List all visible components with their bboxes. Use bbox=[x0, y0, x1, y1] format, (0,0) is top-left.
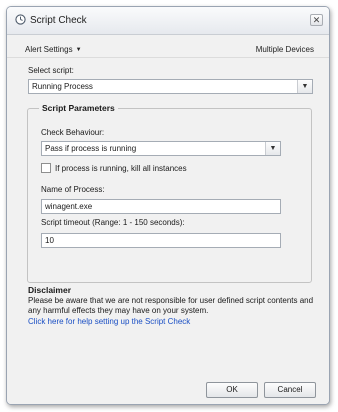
check-behaviour-dropdown[interactable]: Pass if process is running ▼ bbox=[41, 141, 281, 156]
close-icon: ✕ bbox=[312, 15, 321, 25]
select-script-value: Running Process bbox=[32, 82, 93, 91]
ok-button[interactable]: OK bbox=[206, 382, 258, 398]
alert-settings-menu[interactable]: Alert Settings ▼ bbox=[25, 45, 82, 54]
chevron-down-icon[interactable]: ▼ bbox=[297, 80, 312, 93]
script-parameters-title: Script Parameters bbox=[39, 103, 118, 113]
check-behaviour-label: Check Behaviour: bbox=[41, 128, 105, 137]
menu-bar: Alert Settings ▼ Multiple Devices bbox=[7, 35, 329, 58]
process-name-label: Name of Process: bbox=[41, 185, 105, 194]
alert-settings-label: Alert Settings bbox=[25, 45, 73, 54]
dialog-footer: OK Cancel bbox=[7, 373, 329, 404]
cancel-button[interactable]: Cancel bbox=[264, 382, 316, 398]
multiple-devices-label: Multiple Devices bbox=[255, 45, 314, 54]
caret-down-icon: ▼ bbox=[75, 47, 82, 53]
script-check-dialog: Script Check ✕ Alert Settings ▼ Multiple … bbox=[6, 6, 330, 405]
timeout-input[interactable]: 10 bbox=[41, 233, 281, 248]
close-button[interactable]: ✕ bbox=[310, 14, 323, 26]
disclaimer-text: Please be aware that we are not responsi… bbox=[28, 296, 314, 315]
process-name-input[interactable]: winagent.exe bbox=[41, 199, 281, 214]
select-script-label: Select script: bbox=[28, 66, 74, 75]
help-link[interactable]: Click here for help setting up the Scrip… bbox=[28, 317, 190, 326]
clock-icon bbox=[15, 14, 26, 25]
check-behaviour-value: Pass if process is running bbox=[45, 144, 137, 153]
title-bar: Script Check ✕ bbox=[7, 7, 329, 35]
window-title: Script Check bbox=[30, 15, 87, 26]
timeout-label: Script timeout (Range: 1 - 150 seconds): bbox=[41, 218, 185, 227]
kill-instances-label: If process is running, kill all instance… bbox=[55, 164, 187, 173]
select-script-dropdown[interactable]: Running Process ▼ bbox=[28, 79, 313, 94]
chevron-down-icon[interactable]: ▼ bbox=[265, 142, 280, 155]
timeout-value: 10 bbox=[45, 236, 54, 245]
disclaimer-title: Disclaimer bbox=[28, 285, 71, 295]
process-name-value: winagent.exe bbox=[45, 202, 93, 211]
kill-instances-checkbox[interactable] bbox=[41, 163, 51, 173]
